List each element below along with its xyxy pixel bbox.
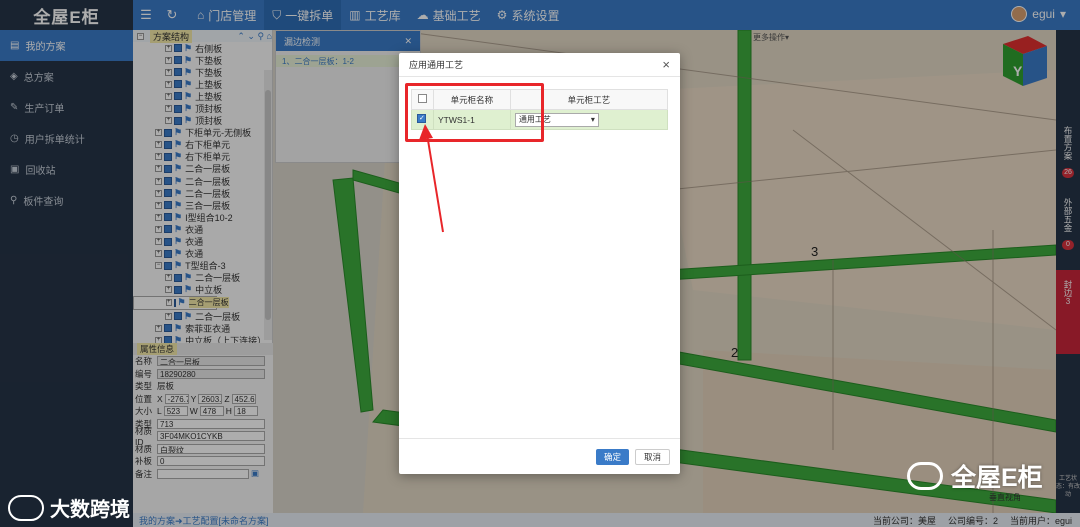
wechat-icon xyxy=(907,462,943,490)
caret-down-icon: ▾ xyxy=(590,115,595,124)
arrow-annotation xyxy=(419,124,444,233)
confirm-button[interactable]: 确定 xyxy=(595,448,629,465)
cancel-button[interactable]: 取消 xyxy=(634,448,670,465)
brand-watermark: 全屋E柜 xyxy=(907,458,1043,494)
modal-title: 应用通用工艺 xyxy=(409,60,464,70)
close-icon[interactable]: × xyxy=(662,57,670,72)
logo-icon xyxy=(8,494,44,521)
brand-watermark-2: 大数跨境 xyxy=(8,493,130,522)
